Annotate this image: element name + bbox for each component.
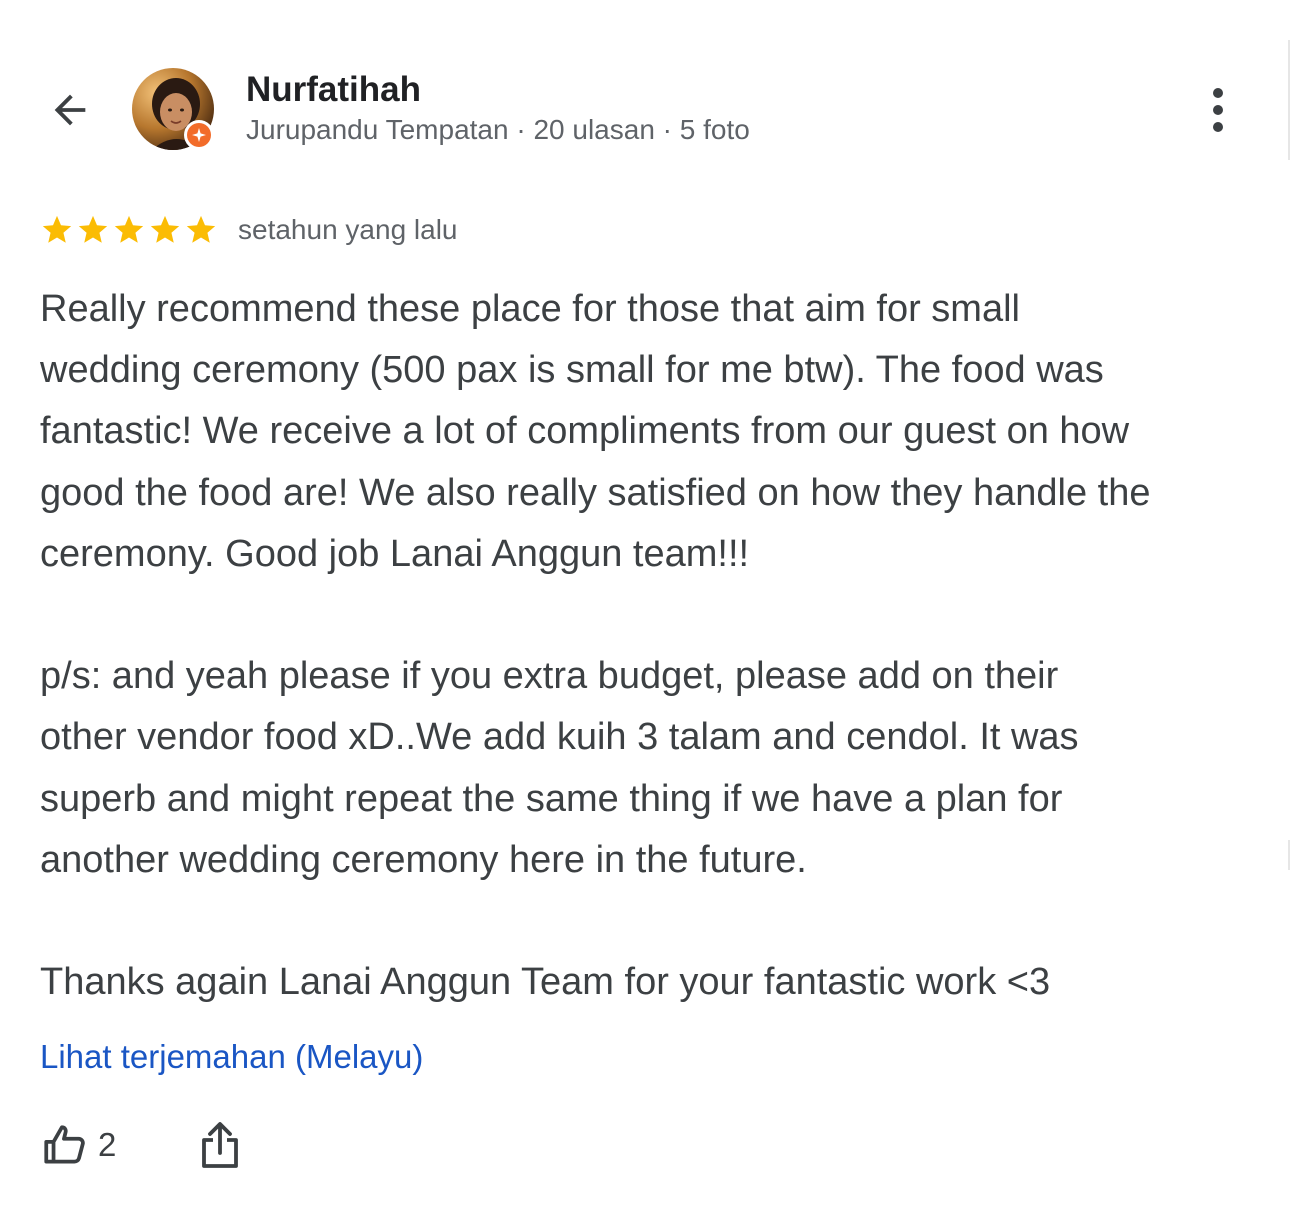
rating-row: setahun yang lalu <box>40 210 458 250</box>
local-guide-badge <box>184 120 214 150</box>
user-name[interactable]: Nurfatihah <box>246 70 421 110</box>
star-icon <box>150 215 180 243</box>
like-button[interactable]: 2 <box>40 1120 116 1170</box>
share-icon <box>202 1122 239 1168</box>
more-options-button[interactable] <box>1196 84 1240 136</box>
arrow-left-icon <box>54 94 86 126</box>
more-vertical-icon <box>1213 88 1223 132</box>
local-guide-badge-icon <box>192 128 206 142</box>
like-count: 2 <box>98 1126 117 1163</box>
review-time: setahun yang lalu <box>238 214 458 245</box>
star-icon <box>186 215 216 243</box>
user-meta: Jurupandu Tempatan · 20 ulasan · 5 foto <box>246 114 750 145</box>
see-translation-link[interactable]: Lihat terjemahan (Melayu) <box>40 1038 423 1076</box>
thumbs-up-icon <box>44 1125 85 1164</box>
review-header: Nurfatihah Jurupandu Tempatan · 20 ulasa… <box>0 0 1290 180</box>
avatar[interactable] <box>132 68 214 150</box>
review-actions: 2 <box>40 1115 242 1175</box>
review-text: Really recommend these place for those t… <box>40 288 1151 1004</box>
star-icon <box>42 215 72 243</box>
back-button[interactable] <box>42 82 98 138</box>
star-icon <box>114 215 144 243</box>
share-button[interactable] <box>198 1119 242 1171</box>
star-rating <box>40 213 218 247</box>
star-icon <box>78 215 108 243</box>
